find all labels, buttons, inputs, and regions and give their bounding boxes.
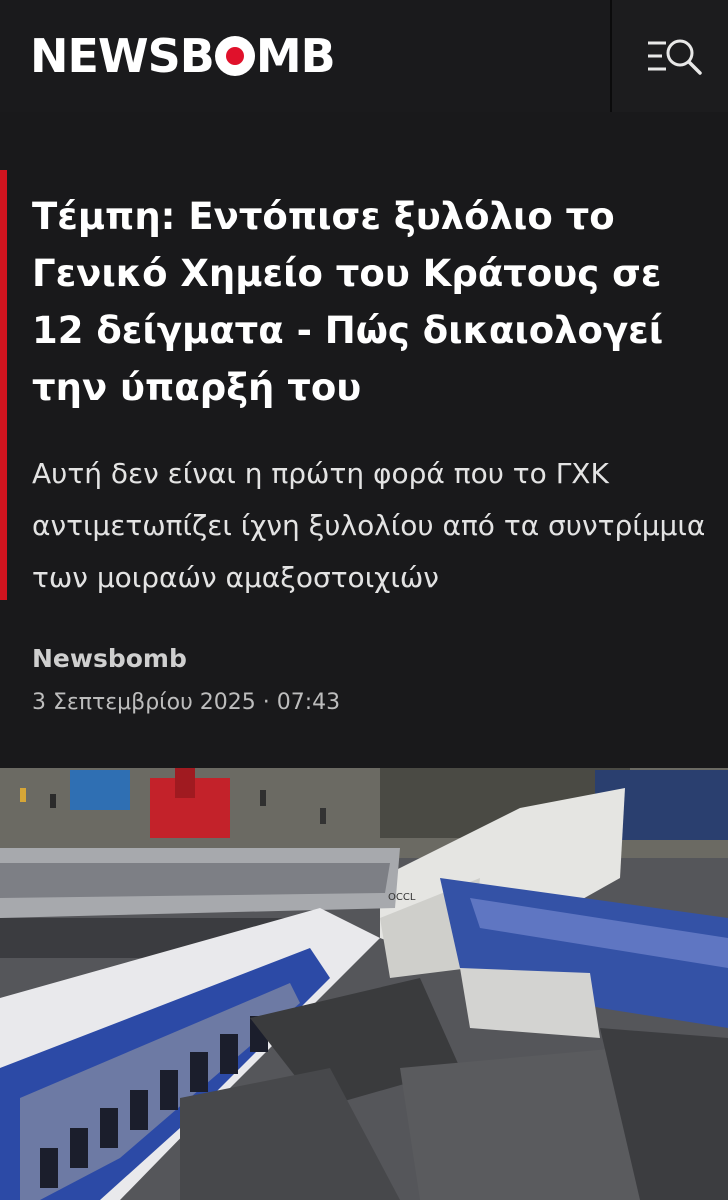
container-label: OCCL (388, 892, 416, 903)
train-wreck-image: OCCL (0, 768, 728, 1200)
article-author[interactable]: Newsbomb (32, 644, 187, 673)
menu-search-icon[interactable] (644, 34, 704, 78)
logo-text-left: NEWSB (30, 29, 215, 83)
newsbomb-logo[interactable]: NEWSB MB (30, 29, 336, 83)
top-header: NEWSB MB (0, 0, 728, 112)
article-headline: Τέμπη: Εντόπισε ξυλόλιο το Γενικό Χημείο… (32, 195, 664, 409)
logo-area[interactable]: NEWSB MB (0, 0, 610, 112)
menu-search-area[interactable] (612, 0, 728, 112)
logo-text-right: MB (255, 29, 336, 83)
article-photo[interactable]: OCCL (0, 768, 728, 1200)
logo-o-icon (214, 36, 255, 76)
headline-accent-bar (0, 170, 7, 600)
article-date-time: 3 Σεπτεμβρίου 2025 · 07:43 (32, 690, 341, 715)
article-subtitle: Αυτή δεν είναι η πρώτη φορά που το ΓΧΚ α… (32, 457, 706, 594)
